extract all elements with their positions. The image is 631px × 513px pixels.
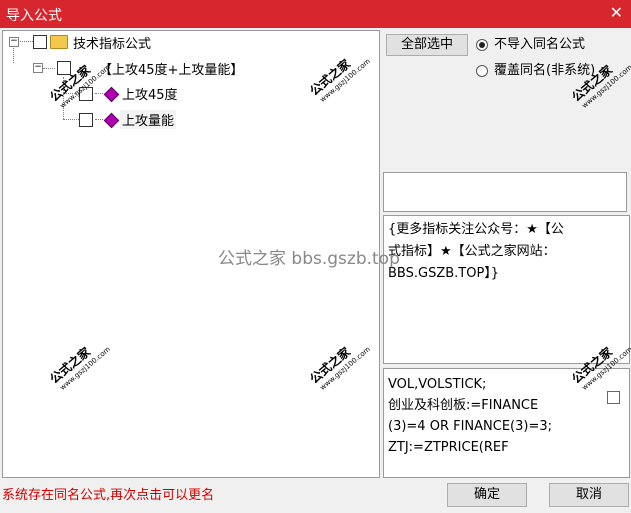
name-field[interactable] xyxy=(383,172,627,212)
code-line: ZTJ:=ZTPRICE(REF xyxy=(388,440,509,455)
item-checkbox-1[interactable] xyxy=(79,87,93,101)
tree-item-label[interactable]: 上攻45度 xyxy=(122,84,178,103)
title-bar: 导入公式 ✕ xyxy=(0,0,631,28)
formula-icon xyxy=(103,86,120,103)
radio-overwrite-indicator[interactable] xyxy=(476,65,488,77)
tree-group-label[interactable]: 【上攻45度+上攻量能】 xyxy=(99,59,243,78)
group-checkbox[interactable] xyxy=(57,61,71,75)
tree-line xyxy=(43,68,55,69)
close-icon[interactable]: ✕ xyxy=(610,3,623,22)
formula-tree[interactable]: − 技术指标公式 − 【上攻45度+上攻量能】 上攻45度 上攻量能 xyxy=(2,30,380,478)
code-line: VOL,VOLSTICK; xyxy=(388,377,487,392)
code-line: 创业及科创板:=FINANCE xyxy=(388,398,539,413)
tree-line xyxy=(17,41,33,42)
tree-root-label[interactable]: 技术指标公式 xyxy=(73,33,151,52)
tree-line xyxy=(63,119,79,120)
collapse-root-icon[interactable]: − xyxy=(9,37,19,47)
tree-line xyxy=(95,119,103,120)
tree-line xyxy=(95,93,103,94)
tree-line xyxy=(63,77,64,119)
tree-line xyxy=(13,45,14,63)
item-checkbox-2[interactable] xyxy=(79,113,93,127)
info-line: {更多指标关注公众号：★【公 xyxy=(388,222,564,237)
radio-skip-indicator[interactable] xyxy=(476,39,488,51)
select-all-button[interactable]: 全部选中 xyxy=(386,34,468,56)
radio-skip-label: 不导入同名公式 xyxy=(494,37,586,52)
code-option-checkbox[interactable] xyxy=(607,391,620,404)
info-line: 式指标】★【公式之家网站： xyxy=(388,244,556,259)
root-checkbox[interactable] xyxy=(33,35,47,49)
status-message: 系统存在同名公式,再次点击可以更名 xyxy=(2,488,215,503)
folder-icon xyxy=(50,35,68,49)
cancel-button[interactable]: 取消 xyxy=(549,483,629,507)
window-title: 导入公式 xyxy=(6,8,62,24)
tree-line xyxy=(63,93,79,94)
tree-item-label-selected[interactable]: 上攻量能 xyxy=(120,110,177,129)
radio-overwrite-label: 覆盖同名(非系统) xyxy=(494,63,596,78)
code-textbox[interactable]: VOL,VOLSTICK; 创业及科创板:=FINANCE (3)=4 OR F… xyxy=(383,368,630,478)
formula-icon xyxy=(103,112,120,129)
collapse-group-icon[interactable]: − xyxy=(33,63,43,73)
code-line: (3)=4 OR FINANCE(3)=3; xyxy=(388,419,553,434)
ok-button[interactable]: 确定 xyxy=(447,483,527,507)
info-textbox[interactable]: {更多指标关注公众号：★【公 式指标】★【公式之家网站： BBS.GSZB.TO… xyxy=(383,215,630,364)
info-line: BBS.GSZB.TOP】} xyxy=(388,266,500,281)
